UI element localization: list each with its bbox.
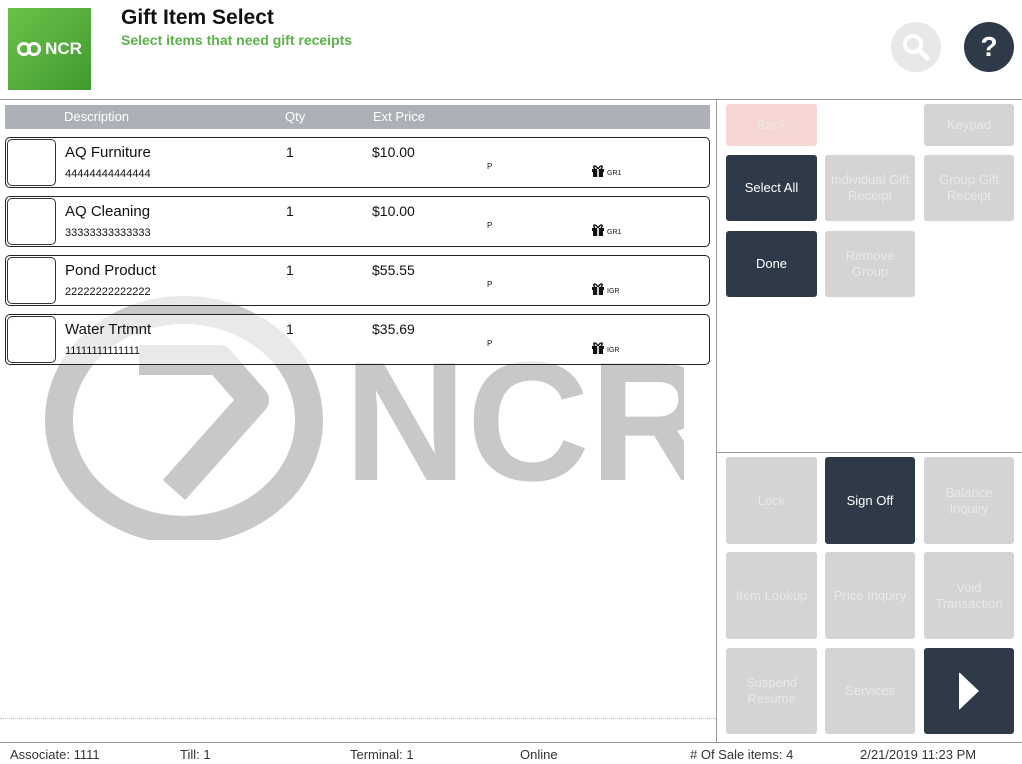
help-icon: ? bbox=[980, 31, 998, 62]
item-price: $10.00 bbox=[372, 144, 415, 160]
suspend-resume-button[interactable]: Suspend Resume bbox=[726, 648, 817, 734]
item-code: 11111111111111 bbox=[65, 345, 141, 357]
item-qty: 1 bbox=[286, 203, 294, 219]
list-divider bbox=[0, 718, 716, 719]
next-page-button[interactable] bbox=[924, 648, 1014, 734]
item-description: Water Trtmnt bbox=[65, 321, 152, 338]
item-flag: P bbox=[487, 221, 493, 230]
action-panel: Back Keypad Select All Individual Gift R… bbox=[716, 100, 1022, 742]
item-qty: 1 bbox=[286, 262, 294, 278]
group-gift-receipt-button[interactable]: Group Gift Receipt bbox=[924, 155, 1014, 221]
item-flag: P bbox=[487, 339, 493, 348]
gift-receipt-code: IGR bbox=[607, 288, 620, 295]
header: NCR Gift Item Select Select items that n… bbox=[0, 0, 1022, 100]
status-connection: Online bbox=[520, 747, 558, 762]
column-description: Description bbox=[64, 109, 130, 124]
status-associate: Associate: 1111 bbox=[10, 747, 100, 762]
list-item[interactable]: AQ Cleaning 33333333333333 1 $10.00 P GR… bbox=[5, 196, 710, 247]
item-qty: 1 bbox=[286, 321, 294, 337]
item-checkbox[interactable] bbox=[7, 316, 56, 363]
gift-indicator: GR1 bbox=[590, 223, 621, 236]
gift-icon bbox=[592, 224, 604, 236]
gift-receipt-code: GR1 bbox=[607, 229, 622, 236]
item-qty: 1 bbox=[286, 144, 294, 160]
gift-indicator: GR1 bbox=[590, 164, 621, 177]
help-button[interactable]: ? bbox=[964, 22, 1014, 72]
list-item[interactable]: Water Trtmnt 11111111111111 1 $35.69 P I… bbox=[5, 314, 710, 365]
item-price: $35.69 bbox=[372, 321, 415, 337]
ncr-rings-icon bbox=[17, 42, 43, 56]
item-code: 33333333333333 bbox=[65, 227, 151, 239]
item-description: AQ Cleaning bbox=[65, 203, 151, 220]
status-bar: Associate: 1111 Till: 1 Terminal: 1 Onli… bbox=[0, 742, 1022, 764]
status-till: Till: 1 bbox=[180, 747, 211, 762]
gift-icon bbox=[592, 165, 604, 177]
item-checkbox[interactable] bbox=[7, 139, 56, 186]
item-lookup-button[interactable]: Item Lookup bbox=[726, 552, 817, 639]
item-flag: P bbox=[487, 162, 493, 171]
gift-item-select-screen: NCR Gift Item Select Select items that n… bbox=[0, 0, 1022, 764]
balance-inquiry-button[interactable]: Balance Inquiry bbox=[924, 457, 1014, 544]
sign-off-button[interactable]: Sign Off bbox=[825, 457, 915, 544]
remove-group-button[interactable]: Remove Group bbox=[825, 231, 915, 297]
gift-indicator: IGR bbox=[590, 282, 619, 295]
status-datetime: 2/21/2019 11:23 PM bbox=[860, 747, 977, 762]
individual-gift-receipt-button[interactable]: Individual Gift Receipt bbox=[825, 155, 915, 221]
item-description: Pond Product bbox=[65, 262, 156, 279]
item-checkbox[interactable] bbox=[7, 198, 56, 245]
item-price: $55.55 bbox=[372, 262, 415, 278]
item-list: NCR Description Qty Ext Price AQ Furnitu… bbox=[0, 100, 716, 742]
item-price: $10.00 bbox=[372, 203, 415, 219]
panel-divider bbox=[717, 452, 1022, 453]
lock-button[interactable]: Lock bbox=[726, 457, 817, 544]
status-terminal: Terminal: 1 bbox=[350, 747, 414, 762]
logo-text: NCR bbox=[45, 39, 82, 58]
ncr-logo: NCR bbox=[8, 8, 91, 90]
list-item[interactable]: Pond Product 22222222222222 1 $55.55 P I… bbox=[5, 255, 710, 306]
list-item[interactable]: AQ Furniture 44444444444444 1 $10.00 P G… bbox=[5, 137, 710, 188]
column-qty: Qty bbox=[285, 109, 306, 124]
page-subtitle: Select items that need gift receipts bbox=[121, 32, 353, 48]
item-flag: P bbox=[487, 280, 493, 289]
select-all-button[interactable]: Select All bbox=[726, 155, 817, 221]
void-transaction-button[interactable]: Void Transaction bbox=[924, 552, 1014, 639]
item-checkbox[interactable] bbox=[7, 257, 56, 304]
item-code: 44444444444444 bbox=[65, 168, 151, 180]
column-ext-price: Ext Price bbox=[373, 109, 426, 124]
page-title: Gift Item Select bbox=[121, 6, 274, 29]
search-icon bbox=[903, 34, 930, 61]
services-button[interactable]: Services bbox=[825, 648, 915, 734]
gift-icon bbox=[592, 342, 604, 354]
item-code: 22222222222222 bbox=[65, 286, 151, 298]
done-button[interactable]: Done bbox=[726, 231, 817, 297]
item-description: AQ Furniture bbox=[65, 144, 151, 161]
back-button[interactable]: Back bbox=[726, 104, 817, 146]
gift-receipt-code: GR1 bbox=[607, 170, 622, 177]
status-sale-items: # Of Sale items: 4 bbox=[690, 747, 794, 762]
price-inquiry-button[interactable]: Price Inquiry bbox=[825, 552, 915, 639]
gift-indicator: IGR bbox=[590, 341, 619, 354]
gift-icon bbox=[592, 283, 604, 295]
keypad-button[interactable]: Keypad bbox=[924, 104, 1014, 146]
gift-receipt-code: IGR bbox=[607, 347, 620, 354]
search-button[interactable] bbox=[891, 22, 941, 72]
list-header: Description Qty Ext Price bbox=[5, 105, 710, 129]
chevron-right-icon bbox=[959, 672, 979, 710]
